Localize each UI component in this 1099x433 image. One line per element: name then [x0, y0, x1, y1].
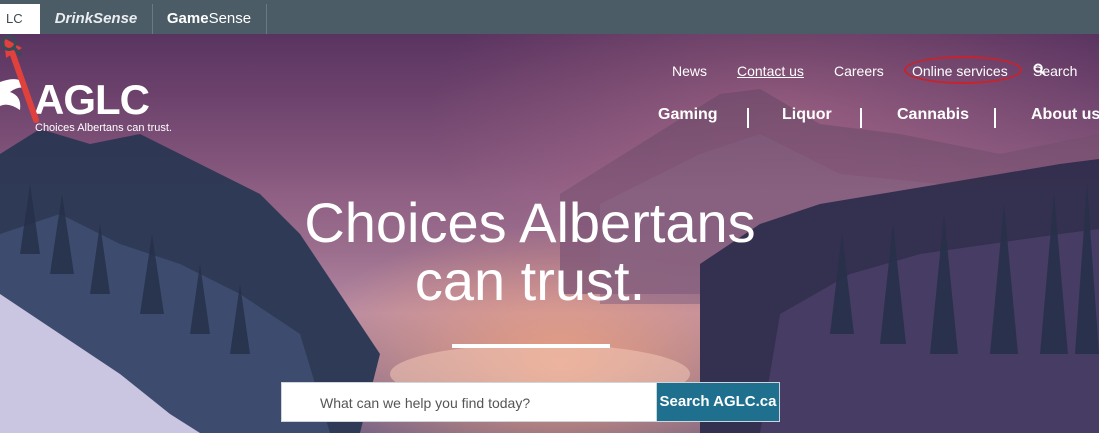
logo-tagline: Choices Albertans can trust. [35, 122, 172, 134]
search-button[interactable]: Search AGLC.ca [656, 382, 780, 422]
nav-about-us[interactable]: About us [1031, 106, 1099, 128]
tab-aglc[interactable]: LC [0, 4, 40, 34]
tab-gamesense-prefix: Game [166, 10, 209, 27]
nav-search[interactable]: Search [1033, 63, 1077, 83]
hero-banner: AGLC Choices Albertans can trust. News C… [0, 34, 1099, 433]
nav-divider [860, 108, 862, 128]
hero-headline-line1: Choices Albertans [304, 191, 756, 254]
search-icon [1033, 63, 1046, 76]
nav-news[interactable]: News [672, 63, 707, 83]
tab-gamesense[interactable]: GameSense [152, 4, 267, 34]
nav-divider [994, 108, 996, 128]
nav-divider [747, 108, 749, 128]
nav-cannabis[interactable]: Cannabis [897, 106, 969, 128]
search-input[interactable] [318, 392, 652, 414]
nav-liquor[interactable]: Liquor [782, 106, 832, 128]
hero-headline-line2: can trust. [414, 249, 646, 312]
annotation-circle [904, 56, 1022, 84]
nav-careers[interactable]: Careers [834, 63, 884, 83]
hero-divider [452, 344, 610, 348]
nav-gaming[interactable]: Gaming [658, 106, 718, 128]
nav-contact-us[interactable]: Contact us [737, 63, 804, 83]
tab-gamesense-suffix: Sense [208, 10, 252, 27]
search-icon [1, 35, 22, 56]
site-tab-bar: LC DrinkSense GameSense [0, 0, 1099, 34]
browser-viewport: LC DrinkSense GameSense AGLC Choices Alb… [0, 0, 1099, 433]
logo-wordmark: AGLC [34, 76, 150, 123]
hero-headline: Choices Albertans can trust. [250, 194, 810, 310]
tab-drinksense[interactable]: DrinkSense [40, 4, 153, 34]
